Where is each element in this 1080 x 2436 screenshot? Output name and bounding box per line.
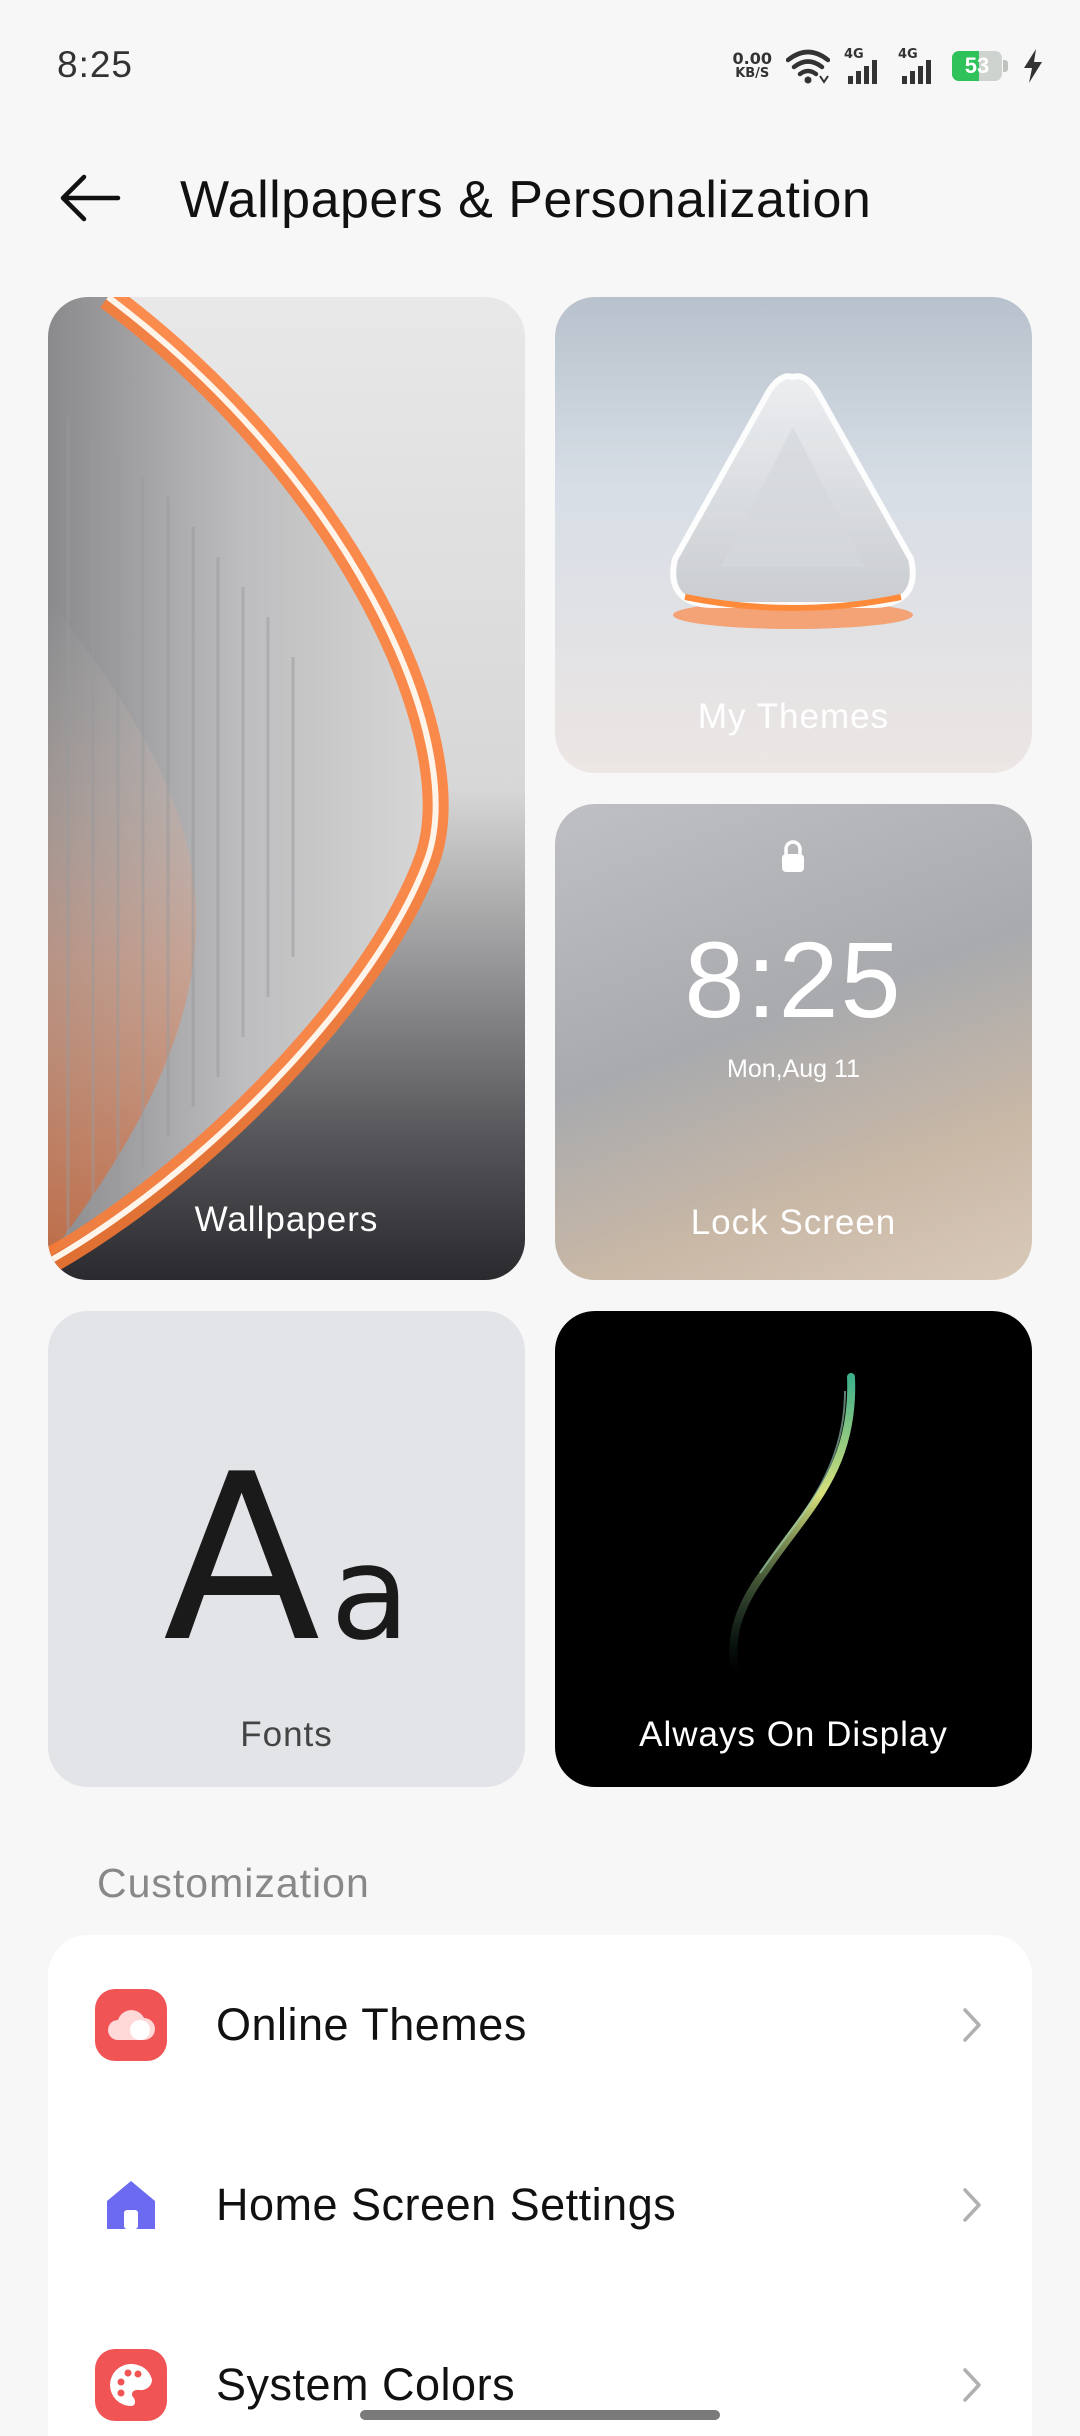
font-sample-lower: a [330, 1517, 410, 1669]
status-time: 8:25 [57, 44, 134, 85]
wallpapers-card[interactable]: Wallpapers [48, 297, 525, 1280]
list-label-online-themes: Online Themes [216, 1999, 527, 2050]
signal-2-label: 4G [898, 47, 918, 62]
wifi-icon [786, 49, 830, 84]
lock-screen-card[interactable]: 8:25 Mon,Aug 11 Lock Screen [555, 804, 1032, 1280]
signal-1-label: 4G [844, 47, 864, 62]
list-label-system-colors: System Colors [216, 2359, 516, 2410]
lock-icon [782, 840, 804, 872]
network-speed: 0.00 KB/S [732, 49, 772, 82]
settings-page: 8:25 0.00 KB/S 4G 4G 53 Wallpapers & Per… [0, 0, 1080, 2436]
lock-screen-date: Mon,Aug 11 [727, 1055, 860, 1083]
my-themes-label: My Themes [697, 697, 890, 736]
network-speed-value: 0.00 [732, 49, 772, 68]
always-on-display-label: Always On Display [639, 1715, 948, 1754]
status-bar: 8:25 0.00 KB/S 4G 4G 53 [0, 0, 1080, 130]
battery-icon: 53 [952, 51, 1008, 81]
battery-level: 53 [964, 53, 990, 78]
network-speed-unit: KB/S [735, 66, 770, 81]
chevron-right-icon [963, 2188, 981, 2222]
fonts-card[interactable]: Aa Fonts [48, 1311, 525, 1787]
home-indicator[interactable] [360, 2410, 720, 2420]
section-title-customization: Customization [97, 1860, 370, 1906]
always-on-display-card[interactable]: Always On Display [555, 1311, 1032, 1787]
wallpapers-label: Wallpapers [194, 1200, 379, 1239]
home-icon [95, 2169, 167, 2241]
cloud-icon [95, 1989, 167, 2061]
lock-screen-time: 8:25 [684, 919, 903, 1040]
charging-icon [1024, 49, 1042, 83]
palette-icon [95, 2349, 167, 2421]
arrow-left-icon [60, 174, 121, 222]
my-themes-card[interactable]: My Themes [555, 297, 1032, 773]
font-sample-upper: A [162, 1426, 321, 1693]
signal-icon: 4G [898, 47, 931, 84]
list-label-home-screen-settings: Home Screen Settings [216, 2179, 677, 2230]
customization-list: Online Themes Home Screen Settings Syste… [48, 1935, 1032, 2436]
page-title: Wallpapers & Personalization [180, 171, 872, 229]
signal-icon: 4G [844, 47, 877, 84]
wallpaper-preview-image [48, 297, 449, 1274]
chevron-right-icon [963, 2008, 981, 2042]
chevron-right-icon [963, 2368, 981, 2402]
lock-screen-label: Lock Screen [690, 1203, 897, 1242]
fonts-label: Fonts [240, 1715, 333, 1754]
status-icons: 0.00 KB/S 4G 4G 53 [733, 44, 1044, 88]
list-item-home-screen-settings[interactable]: Home Screen Settings [48, 2115, 1032, 2295]
list-item-online-themes[interactable]: Online Themes [48, 1935, 1032, 2115]
back-button[interactable] [58, 166, 138, 230]
font-sample: Aa [48, 1426, 525, 1693]
